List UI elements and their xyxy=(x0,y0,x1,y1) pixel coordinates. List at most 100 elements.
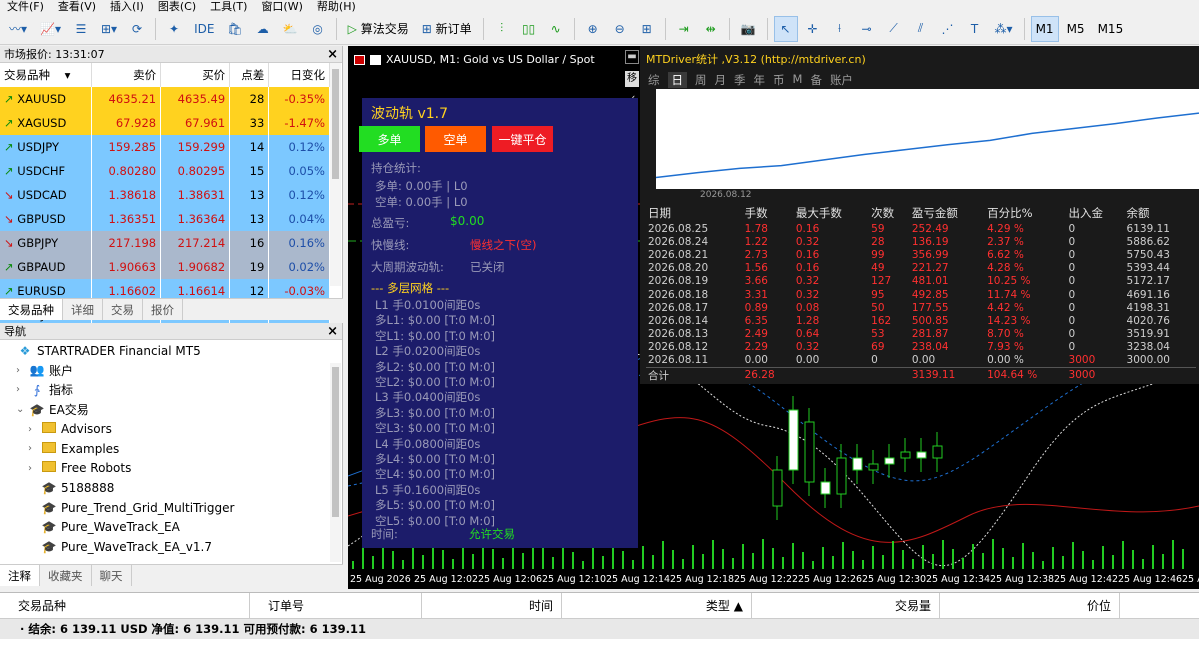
stats-tab[interactable]: 币 xyxy=(773,72,785,88)
vertical-line-icon[interactable]: ⟊ xyxy=(828,16,852,42)
sync-icon[interactable]: ⟳ xyxy=(125,16,149,42)
menu-item[interactable]: 插入(I) xyxy=(103,1,151,12)
nav-item[interactable]: › Examples xyxy=(0,439,342,459)
stats-tab[interactable]: M xyxy=(793,72,803,88)
quote-row[interactable]: ↗ XAGUSD 67.928 67.961 33 -1.47% xyxy=(0,111,330,135)
indicators-list-icon[interactable]: ☰ xyxy=(69,16,93,42)
tf-m15[interactable]: M15 xyxy=(1093,16,1129,42)
autoscroll-icon[interactable]: ⇥ xyxy=(672,16,696,42)
line-chart-icon[interactable]: ∿ xyxy=(544,16,568,42)
expand-arrow-icon[interactable]: › xyxy=(16,365,28,376)
close-all-button[interactable]: 一键平仓 xyxy=(492,126,553,152)
screenshot-icon[interactable]: 📷 xyxy=(736,16,761,42)
buy-button[interactable]: 多单 xyxy=(359,126,420,152)
crosshair-icon[interactable]: ✛ xyxy=(801,16,825,42)
text-tool-icon[interactable]: T xyxy=(963,16,987,42)
minimize-icon[interactable]: ▬ xyxy=(625,50,639,64)
stats-tab[interactable]: 综 xyxy=(648,72,660,88)
algo-trading-button[interactable]: ▷ 算法交易 xyxy=(343,16,414,42)
col-spread[interactable]: 点差 xyxy=(229,63,270,87)
community-icon[interactable]: ◎ xyxy=(306,16,330,42)
close-icon[interactable]: × xyxy=(327,324,338,339)
scroll-thumb[interactable] xyxy=(332,367,339,517)
expand-arrow-icon[interactable]: › xyxy=(16,384,28,395)
tab-3[interactable]: 报价 xyxy=(143,299,183,320)
candles-icon[interactable]: ▯▯ xyxy=(517,16,541,42)
tab-2[interactable]: 交易 xyxy=(103,299,143,320)
quote-row[interactable]: ↗ USDCHF 0.80280 0.80295 15 0.05% xyxy=(0,159,330,183)
expand-arrow-icon[interactable]: › xyxy=(28,443,40,454)
shapes-icon[interactable]: ⁂▾ xyxy=(990,16,1018,42)
expand-arrow-icon[interactable]: › xyxy=(28,463,40,474)
col-ask[interactable]: 买价 xyxy=(160,63,231,87)
nav-item[interactable]: 🎓 Pure_WaveTrack_EA xyxy=(0,517,342,537)
expand-arrow-icon[interactable]: › xyxy=(28,424,40,435)
terminal-col-header[interactable]: 时间 xyxy=(422,593,562,619)
nav-tab-1[interactable]: 收藏夹 xyxy=(40,565,92,586)
quote-row[interactable]: ↘ GBPUSD 1.36351 1.36364 13 0.04% xyxy=(0,207,330,231)
quote-row[interactable]: ↘ GBPJPY 217.198 217.214 16 0.16% xyxy=(0,231,330,255)
scroll-thumb[interactable] xyxy=(332,69,339,179)
quote-row[interactable]: ↘ USDCAD 1.38618 1.38631 13 0.12% xyxy=(0,183,330,207)
zoom-out-icon[interactable]: ⊖ xyxy=(608,16,632,42)
bars-icon[interactable]: ⊞▾ xyxy=(96,16,122,42)
menu-item[interactable]: 窗口(W) xyxy=(254,1,309,12)
nav-tab-2[interactable]: 聊天 xyxy=(92,565,132,586)
new-order-button[interactable]: ⊞ 新订单 xyxy=(417,16,477,42)
tab-1[interactable]: 详细 xyxy=(63,299,103,320)
tf-m5[interactable]: M5 xyxy=(1062,16,1090,42)
stats-tab[interactable]: 备 xyxy=(810,72,822,88)
bar-chart-icon[interactable]: ⫶ xyxy=(490,16,514,42)
vps-icon[interactable]: ☁ xyxy=(251,16,275,42)
stats-tab[interactable]: 日 xyxy=(667,72,687,88)
terminal-col-header[interactable]: 交易量 xyxy=(752,593,940,619)
navigator-scrollbar[interactable] xyxy=(330,363,341,562)
stats-tab[interactable]: 账户 xyxy=(830,72,853,88)
col-symbol[interactable]: 交易品种 ▾ xyxy=(0,63,92,87)
ide-button[interactable]: IDE xyxy=(189,16,219,42)
quote-row[interactable]: ↗ GBPAUD 1.90663 1.90682 19 0.02% xyxy=(0,255,330,279)
quote-row[interactable]: ↗ XAUUSD 4635.21 4635.49 28 -0.35% xyxy=(0,87,330,111)
menu-item[interactable]: 帮助(H) xyxy=(310,1,363,12)
market-watch-scrollbar[interactable] xyxy=(330,63,341,286)
trendline-icon[interactable]: ⟋ xyxy=(882,16,906,42)
signals-icon[interactable]: ✦ xyxy=(162,16,186,42)
menu-item[interactable]: 文件(F) xyxy=(0,1,51,12)
terminal-col-header[interactable]: 订单号 xyxy=(250,593,422,619)
expand-arrow-icon[interactable]: ⌄ xyxy=(16,404,28,415)
nav-item[interactable]: › ∱ 指标 xyxy=(0,380,342,400)
tf-m1[interactable]: M1 xyxy=(1030,15,1059,42)
chart-shift-icon[interactable]: ⇹ xyxy=(699,16,723,42)
tab-0[interactable]: 交易品种 xyxy=(0,299,63,320)
stats-tab[interactable]: 周 xyxy=(695,72,707,88)
cursor-line-icon[interactable]: 〰▾ xyxy=(4,16,32,42)
stats-tab[interactable]: 年 xyxy=(754,72,766,88)
tile-icon[interactable]: ⊞ xyxy=(635,16,659,42)
nav-item[interactable]: ❖ STARTRADER Financial MT5 xyxy=(0,341,342,361)
nav-item[interactable]: 🎓 Pure_WaveTrack_EA_v1.7 xyxy=(0,537,342,557)
sell-button[interactable]: 空单 xyxy=(425,126,486,152)
nav-item[interactable]: › Advisors xyxy=(0,419,342,439)
expand-panel-button[interactable]: 移 xyxy=(625,71,639,87)
market-icon[interactable]: 🛍 xyxy=(222,16,247,42)
terminal-col-header[interactable]: 类型 ▲ xyxy=(562,593,752,619)
horizontal-line-icon[interactable]: ⊸ xyxy=(855,16,879,42)
quote-row[interactable]: ↗ USDJPY 159.285 159.299 14 0.12% xyxy=(0,135,330,159)
stats-tab[interactable]: 月 xyxy=(715,72,727,88)
close-icon[interactable]: × xyxy=(327,47,338,62)
nav-item[interactable]: 🎓 Pure_Trend_Grid_MultiTrigger xyxy=(0,498,342,518)
channel-icon[interactable]: ⫽ xyxy=(909,16,933,42)
stats-tab[interactable]: 季 xyxy=(734,72,746,88)
col-bid[interactable]: 卖价 xyxy=(91,63,162,87)
nav-item[interactable]: › 👥 账户 xyxy=(0,361,342,381)
menu-item[interactable]: 图表(C) xyxy=(151,1,203,12)
zoom-in-icon[interactable]: ⊕ xyxy=(581,16,605,42)
nav-item[interactable]: ⌄ 🎓 EA交易 xyxy=(0,400,342,420)
terminal-col-header[interactable]: 价位 xyxy=(940,593,1120,619)
cloud-icon[interactable]: ⛅ xyxy=(278,16,303,42)
menu-item[interactable]: 查看(V) xyxy=(51,1,103,12)
terminal-col-header[interactable]: 交易品种 xyxy=(0,593,250,619)
chart-type-icon[interactable]: 📈▾ xyxy=(35,16,66,42)
menu-item[interactable]: 工具(T) xyxy=(203,1,254,12)
col-change[interactable]: 日变化 xyxy=(268,63,330,87)
